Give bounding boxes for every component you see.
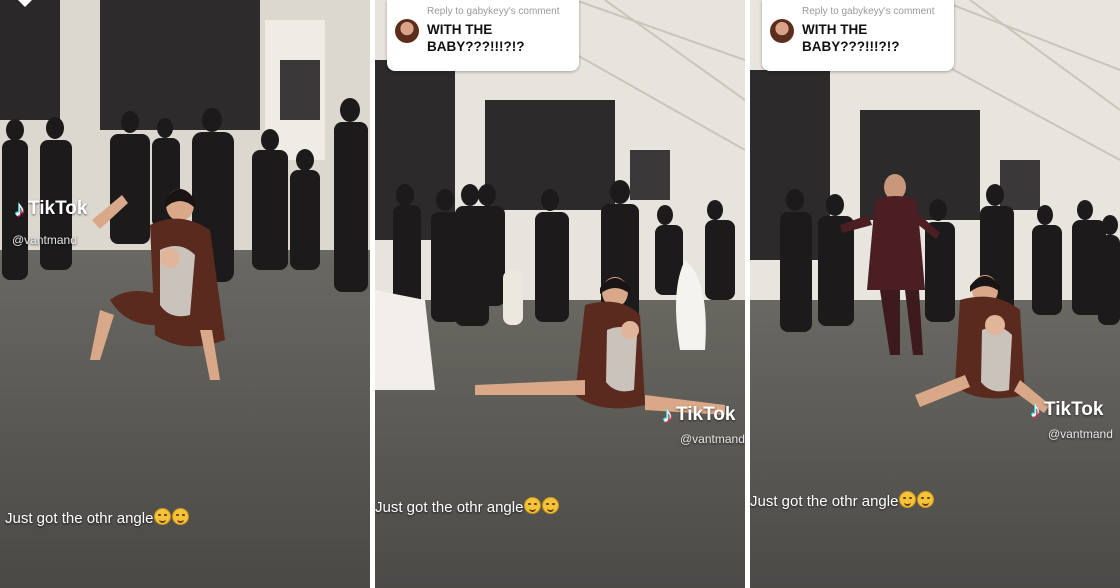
- tiktok-watermark: ♪ TikTok: [1030, 397, 1103, 423]
- grimace-face-emoji: [172, 508, 190, 525]
- commenter-avatar: [770, 19, 794, 43]
- caption-text: Just got the othr angle: [375, 499, 524, 516]
- tiktok-watermark: ♪ TikTok: [662, 402, 735, 428]
- tiktok-label: TikTok: [676, 404, 736, 425]
- tiktok-logo-icon: ♪: [662, 402, 673, 427]
- video-frame-3: Reply to gabykeyy's comment WITH THE BAB…: [750, 0, 1120, 588]
- tiktok-logo-icon: ♪: [1030, 397, 1041, 422]
- reply-to-label: Reply to gabykeyy's comment: [802, 6, 935, 17]
- video-caption: Just got the othr angle: [5, 508, 190, 527]
- reply-to-label: Reply to gabykeyy's comment: [427, 6, 560, 17]
- tiktok-logo-icon: ♪: [14, 196, 25, 221]
- comment-text: WITH THE BABY???!!!?!?: [427, 22, 525, 54]
- tiktok-watermark: ♪ TikTok: [14, 196, 87, 222]
- grimace-face-emoji: [524, 497, 542, 514]
- reply-bubble-edge: [18, 0, 32, 7]
- reply-comment-bubble[interactable]: Reply to gabykeyy's comment WITH THE BAB…: [762, 0, 954, 71]
- creator-handle: @vantmand: [1048, 427, 1113, 441]
- grimace-face-emoji: [154, 508, 172, 525]
- comment-text: WITH THE BABY???!!!?!?: [802, 22, 900, 54]
- tiktok-label: TikTok: [1044, 399, 1104, 420]
- grimace-face-emoji: [542, 497, 560, 514]
- dance-scene-1: [0, 0, 370, 588]
- grimace-face-emoji: [917, 491, 935, 508]
- creator-handle: @vantmand: [12, 233, 77, 247]
- video-frame-2: Reply to gabykeyy's comment WITH THE BAB…: [375, 0, 745, 588]
- grimace-face-emoji: [899, 491, 917, 508]
- caption-text: Just got the othr angle: [750, 493, 899, 510]
- reply-comment-bubble[interactable]: Reply to gabykeyy's comment WITH THE BAB…: [387, 0, 579, 71]
- video-caption: Just got the othr angle: [750, 491, 935, 510]
- video-frame-1: ♪ TikTok @vantmand Just got the othr ang…: [0, 0, 370, 588]
- caption-text: Just got the othr angle: [5, 510, 154, 527]
- commenter-avatar: [395, 19, 419, 43]
- tiktok-label: TikTok: [28, 198, 88, 219]
- creator-handle: @vantmand: [680, 432, 745, 446]
- video-caption: Just got the othr angle: [375, 497, 560, 516]
